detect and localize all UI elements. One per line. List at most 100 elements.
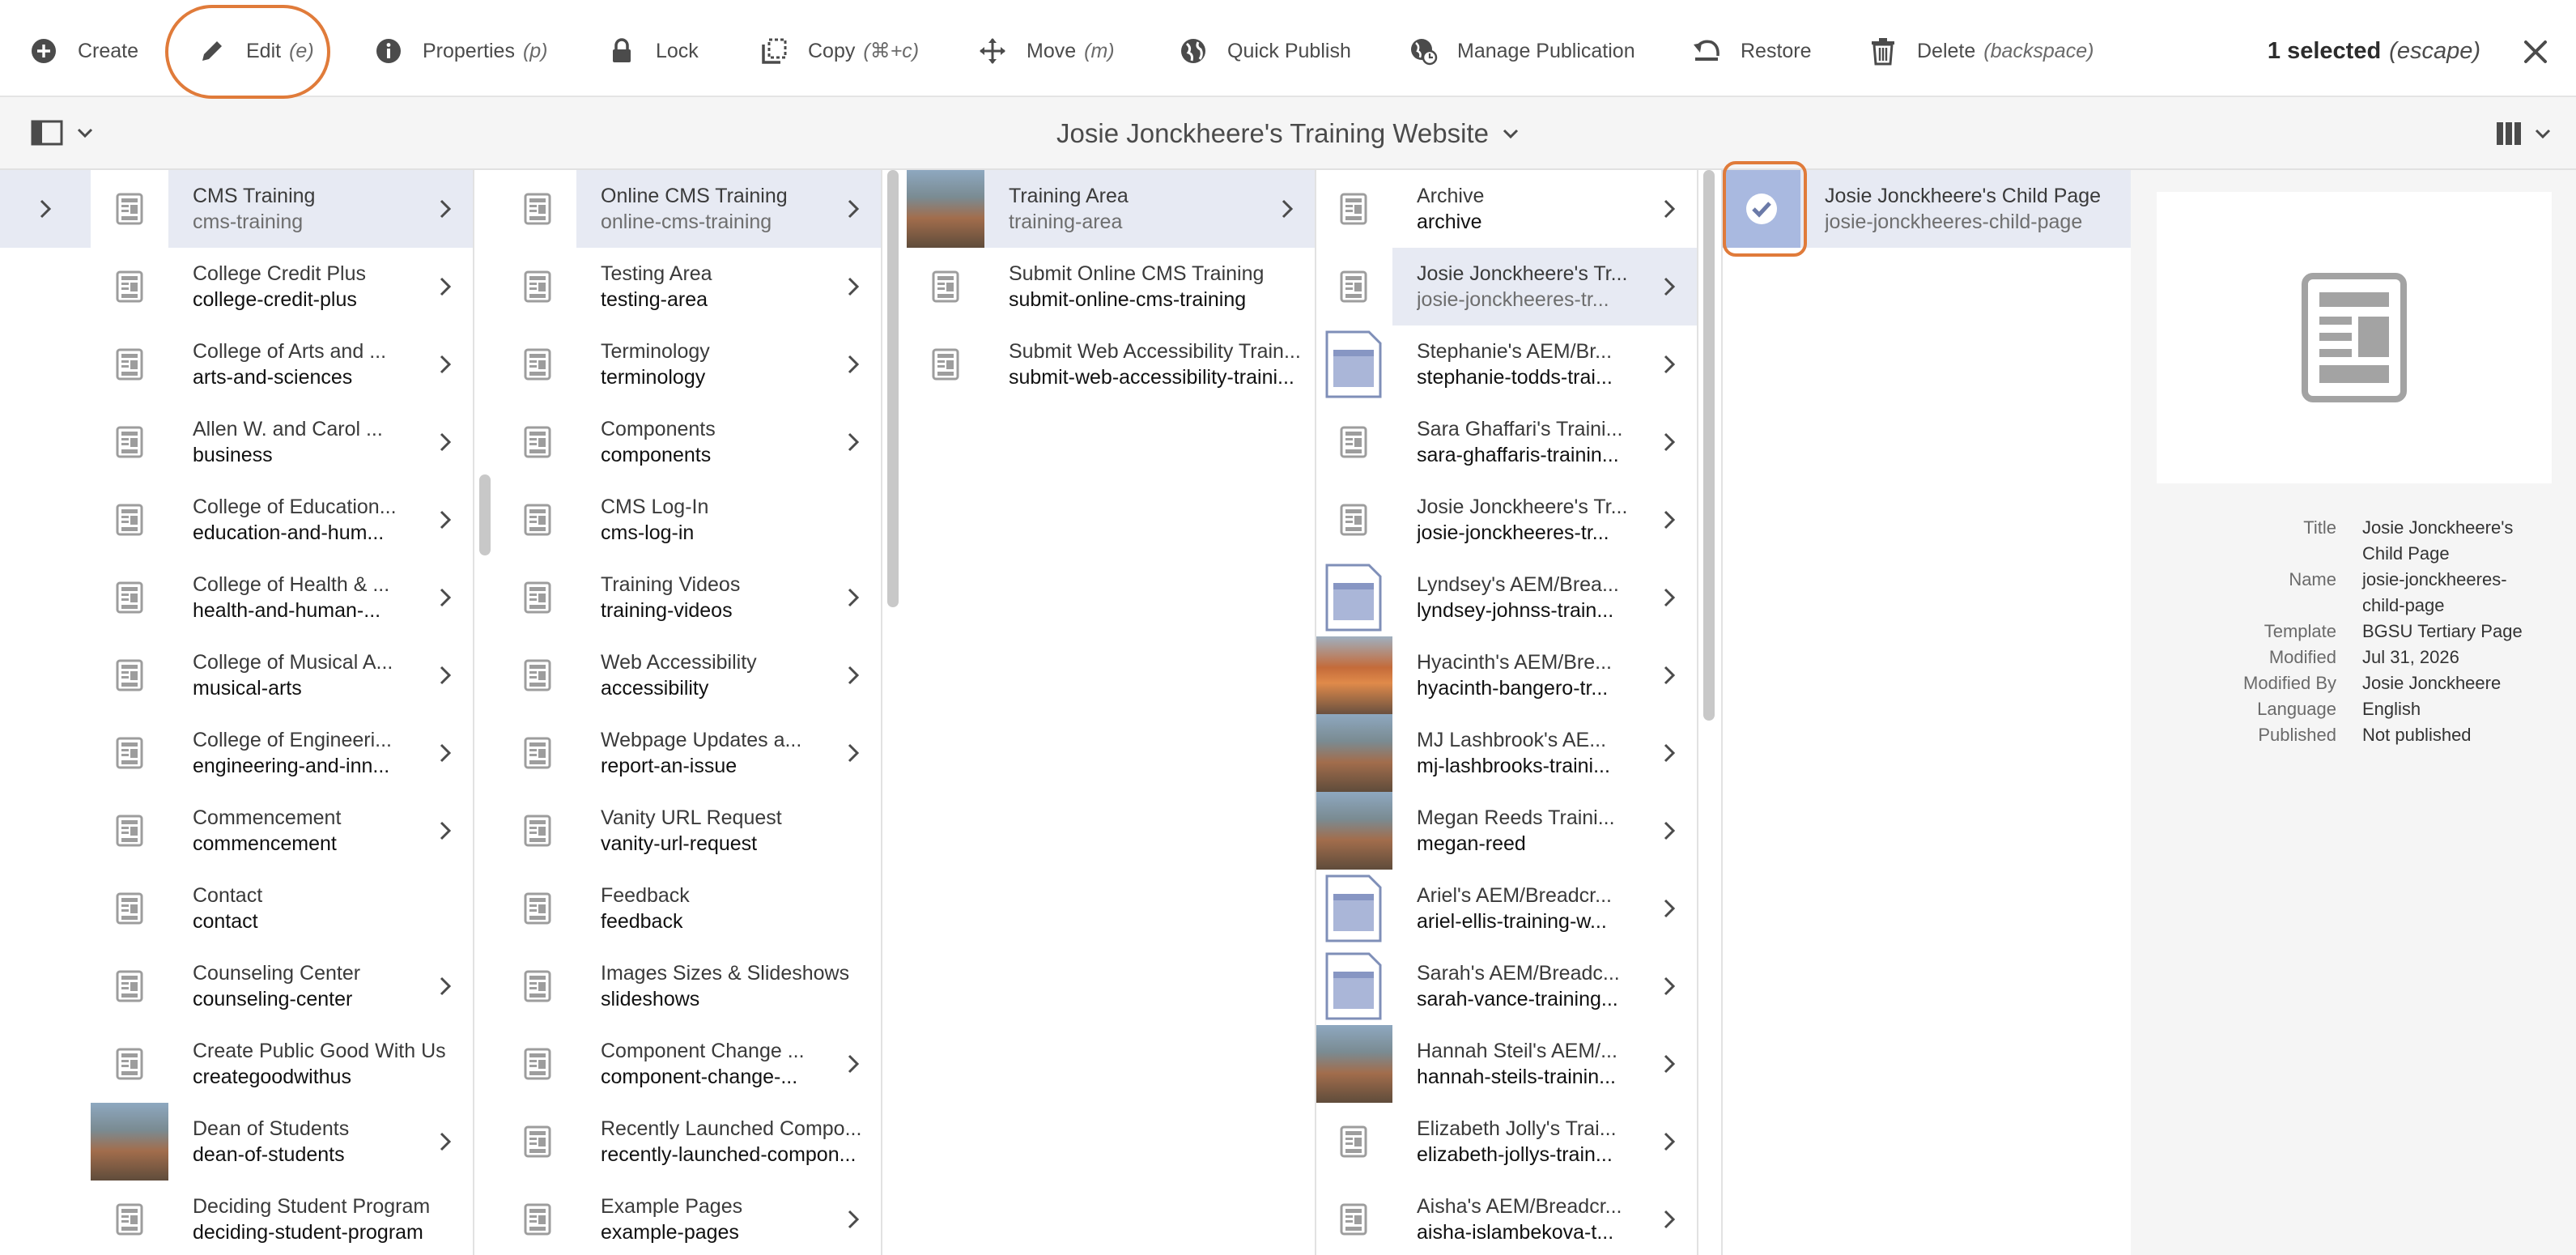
- view-toggle-button[interactable]: [2487, 117, 2552, 150]
- expand-button[interactable]: [1653, 1208, 1685, 1231]
- column-item[interactable]: Training Videos training-videos: [499, 559, 881, 636]
- column-item[interactable]: Components components: [499, 403, 881, 481]
- copy-button[interactable]: Copy (⌘+c): [758, 5, 919, 97]
- column-item[interactable]: Dean of Students dean-of-students: [91, 1103, 473, 1181]
- column-item[interactable]: Webpage Updates a... report-an-issue: [499, 714, 881, 792]
- column-item[interactable]: Component Change ... component-change-...: [499, 1025, 881, 1103]
- column-item[interactable]: Terminology terminology: [499, 325, 881, 403]
- column-item[interactable]: College of Musical A... musical-arts: [91, 636, 473, 714]
- column-item[interactable]: CMS Log-In cms-log-in: [499, 481, 881, 559]
- expand-button[interactable]: [429, 819, 461, 842]
- scrollbar-thumb[interactable]: [887, 170, 899, 607]
- column-item[interactable]: Sara Ghaffari's Traini... sara-ghaffaris-…: [1315, 403, 1697, 481]
- manage-publication-button[interactable]: Manage Publication: [1407, 5, 1643, 97]
- root-row[interactable]: [0, 170, 91, 248]
- column-item[interactable]: Feedback feedback: [499, 870, 881, 947]
- column-item[interactable]: Josie Jonckheere's Tr... josie-jonckheere…: [1315, 248, 1697, 325]
- column-item[interactable]: Online CMS Training online-cms-training: [499, 170, 881, 248]
- expand-button[interactable]: [1653, 1053, 1685, 1075]
- move-button[interactable]: Move (m): [976, 5, 1115, 97]
- column-item[interactable]: Archive archive: [1315, 170, 1697, 248]
- column-item[interactable]: Allen W. and Carol ... business: [91, 403, 473, 481]
- close-selection-icon[interactable]: [2519, 36, 2552, 68]
- expand-button[interactable]: [1653, 742, 1685, 764]
- column-item[interactable]: Deciding Student Program deciding-student…: [91, 1181, 473, 1255]
- expand-button[interactable]: [429, 275, 461, 298]
- expand-button[interactable]: [1653, 664, 1685, 687]
- column-item[interactable]: Web Accessibility accessibility: [499, 636, 881, 714]
- column-item[interactable]: College of Arts and ... arts-and-sciences: [91, 325, 473, 403]
- column-item[interactable]: Submit Web Accessibility Train... submit-…: [907, 325, 1315, 403]
- expand-button[interactable]: [429, 508, 461, 531]
- expand-button[interactable]: [1653, 431, 1685, 453]
- expand-button[interactable]: [837, 1053, 869, 1075]
- column-item[interactable]: Aisha's AEM/Breadcr... aisha-islambekova-…: [1315, 1181, 1697, 1255]
- expand-button[interactable]: [837, 586, 869, 609]
- column-item[interactable]: Testing Area testing-area: [499, 248, 881, 325]
- expand-button[interactable]: [1271, 198, 1303, 220]
- column-item[interactable]: College Credit Plus college-credit-plus: [91, 248, 473, 325]
- expand-button[interactable]: [429, 198, 461, 220]
- expand-button[interactable]: [1653, 897, 1685, 920]
- expand-button[interactable]: [837, 275, 869, 298]
- page-title[interactable]: Josie Jonckheere's Training Website: [0, 97, 2576, 170]
- column-item[interactable]: Counseling Center counseling-center: [91, 947, 473, 1025]
- expand-button[interactable]: [429, 586, 461, 609]
- expand-button[interactable]: [837, 1208, 869, 1231]
- expand-button[interactable]: [1653, 586, 1685, 609]
- column-item[interactable]: Sarah's AEM/Breadc... sarah-vance-trainin…: [1315, 947, 1697, 1025]
- lock-button[interactable]: Lock: [606, 5, 707, 97]
- expand-button[interactable]: [429, 664, 461, 687]
- expand-button[interactable]: [837, 431, 869, 453]
- column-item[interactable]: Lyndsey's AEM/Brea... lyndsey-johnss-trai…: [1315, 559, 1697, 636]
- column-item[interactable]: Elizabeth Jolly's Trai... elizabeth-jolly…: [1315, 1103, 1697, 1181]
- column-item[interactable]: Josie Jonckheere's Tr... josie-jonckheere…: [1315, 481, 1697, 559]
- quick-publish-button[interactable]: Quick Publish: [1177, 5, 1359, 97]
- expand-button[interactable]: [429, 353, 461, 376]
- column-item[interactable]: Recently Launched Compo... recently-launc…: [499, 1103, 881, 1181]
- expand-button[interactable]: [837, 664, 869, 687]
- column-item[interactable]: Example Pages example-pages: [499, 1181, 881, 1255]
- expand-button[interactable]: [1653, 975, 1685, 998]
- column-item[interactable]: Create Public Good With Us creategoodwith…: [91, 1025, 473, 1103]
- expand-button[interactable]: [429, 431, 461, 453]
- expand-button[interactable]: [1653, 198, 1685, 220]
- column-item[interactable]: College of Engineeri... engineering-and-i…: [91, 714, 473, 792]
- column-item[interactable]: Commencement commencement: [91, 792, 473, 870]
- column-item[interactable]: Vanity URL Request vanity-url-request: [499, 792, 881, 870]
- expand-button[interactable]: [837, 353, 869, 376]
- item-title: CMS Training: [193, 185, 316, 207]
- column-item[interactable]: Ariel's AEM/Breadcr... ariel-ellis-traini…: [1315, 870, 1697, 947]
- expand-button[interactable]: [1653, 819, 1685, 842]
- create-button[interactable]: Create: [28, 5, 147, 97]
- column-item[interactable]: Training Area training-area: [907, 170, 1315, 248]
- column-item[interactable]: MJ Lashbrook's AE... mj-lashbrooks-traini…: [1315, 714, 1697, 792]
- expand-button[interactable]: [1653, 275, 1685, 298]
- expand-button[interactable]: [1653, 1130, 1685, 1153]
- expand-button[interactable]: [1653, 508, 1685, 531]
- column-item[interactable]: Images Sizes & Slideshows slideshows: [499, 947, 881, 1025]
- item-text: Vanity URL Request vanity-url-request: [576, 805, 881, 857]
- column-item[interactable]: Hannah Steil's AEM/... hannah-steils-trai…: [1315, 1025, 1697, 1103]
- chevron-right-icon: [1664, 743, 1676, 763]
- column-item[interactable]: Stephanie's AEM/Br... stephanie-todds-tra…: [1315, 325, 1697, 403]
- expand-button[interactable]: [429, 975, 461, 998]
- column-item[interactable]: College of Health & ... health-and-human-…: [91, 559, 473, 636]
- delete-button[interactable]: Delete (backspace): [1867, 5, 2094, 97]
- restore-button[interactable]: Restore: [1690, 5, 1820, 97]
- column-item[interactable]: Megan Reeds Traini... megan-reed: [1315, 792, 1697, 870]
- expand-button[interactable]: [429, 1130, 461, 1153]
- column-item[interactable]: Submit Online CMS Training submit-online-…: [907, 248, 1315, 325]
- column-item[interactable]: CMS Training cms-training: [91, 170, 473, 248]
- item-thumbnail: [499, 170, 576, 248]
- scrollbar-thumb[interactable]: [1703, 170, 1715, 721]
- properties-button[interactable]: Properties (p): [372, 5, 548, 97]
- scrollbar-thumb[interactable]: [479, 474, 491, 555]
- column-item[interactable]: College of Education... education-and-hum…: [91, 481, 473, 559]
- expand-button[interactable]: [837, 742, 869, 764]
- expand-button[interactable]: [837, 198, 869, 220]
- column-item[interactable]: Hyacinth's AEM/Bre... hyacinth-bangero-tr…: [1315, 636, 1697, 714]
- expand-button[interactable]: [429, 742, 461, 764]
- column-item[interactable]: Contact contact: [91, 870, 473, 947]
- expand-button[interactable]: [1653, 353, 1685, 376]
